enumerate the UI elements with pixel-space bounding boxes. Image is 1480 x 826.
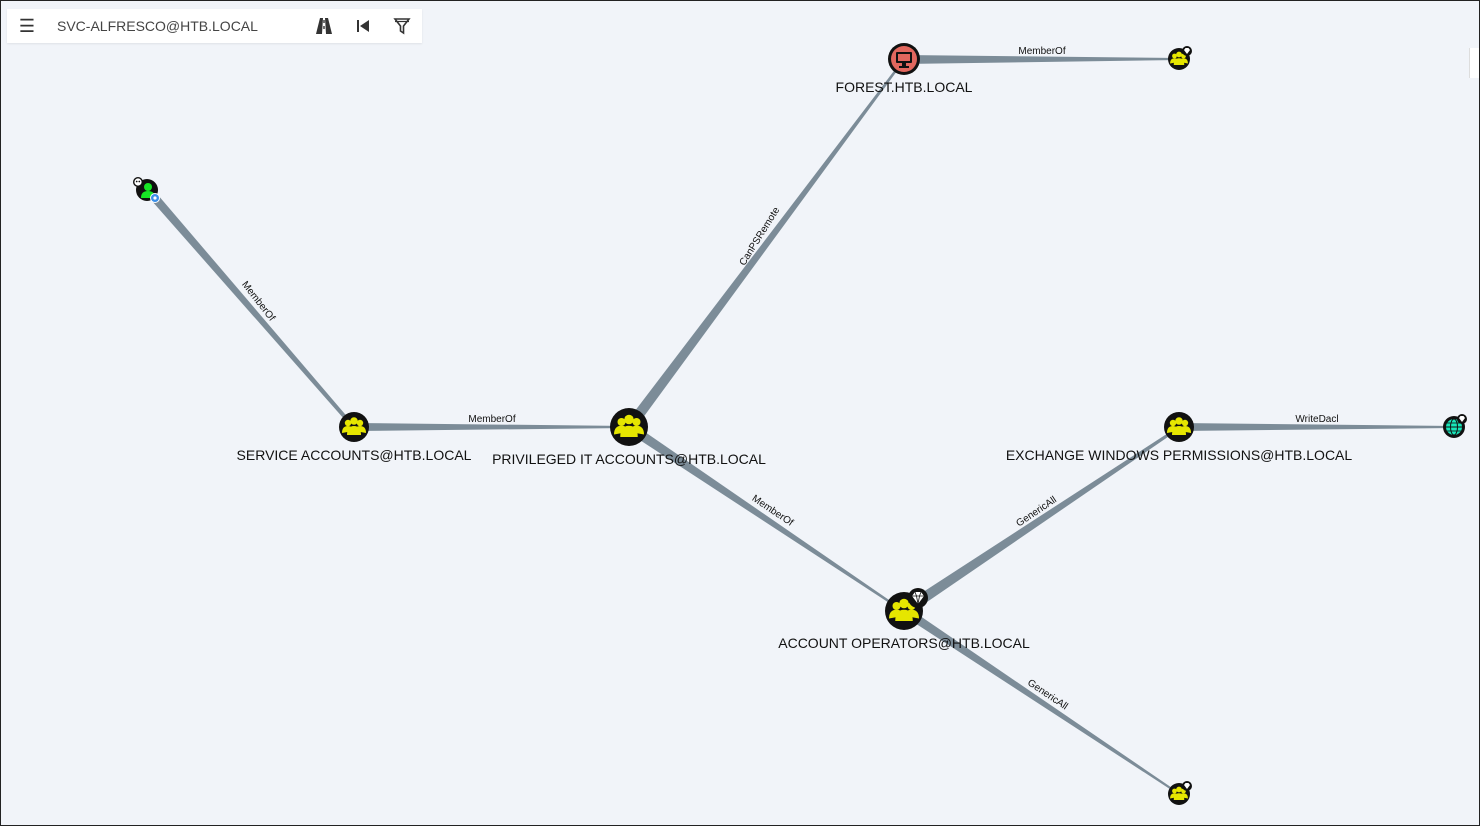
node-bottom-group[interactable] [1168, 781, 1192, 805]
hamburger-menu-icon[interactable]: ☰ [17, 16, 37, 36]
node-domain[interactable] [1443, 414, 1467, 438]
node-forest-computer[interactable] [888, 43, 920, 75]
graph-canvas[interactable]: MemberOf MemberOf CanPSRemote MemberOf M… [0, 0, 1480, 826]
edge-label-forest-memberof: MemberOf [1018, 46, 1065, 57]
edge-label-writedacl: WriteDacl [1295, 414, 1338, 425]
node-exchange-windows-permissions[interactable] [1164, 412, 1194, 442]
side-panel-tab[interactable] [1469, 48, 1480, 78]
edge-canpsremote[interactable] [625, 59, 905, 430]
search-toolbar: ☰ [7, 9, 422, 43]
edge-label-service-memberof: MemberOf [468, 414, 515, 425]
node-label-account-operators: ACCOUNT OPERATORS@HTB.LOCAL [778, 635, 1030, 651]
edge-svc-memberof[interactable] [144, 188, 356, 428]
node-label-exchange-windows-permissions: EXCHANGE WINDOWS PERMISSIONS@HTB.LOCAL [1006, 447, 1353, 463]
road-icon[interactable] [314, 16, 334, 36]
node-forest-group[interactable] [1168, 46, 1192, 70]
high-value-icon [1182, 46, 1192, 56]
node-label-forest: FOREST.HTB.LOCAL [836, 79, 973, 95]
node-svc-user[interactable] [133, 177, 160, 203]
high-value-icon [1182, 781, 1192, 791]
node-label-privileged-it-accounts: PRIVILEGED IT ACCOUNTS@HTB.LOCAL [492, 451, 766, 467]
search-input[interactable] [51, 13, 315, 39]
owned-badge-icon [150, 193, 160, 203]
high-value-icon [1457, 414, 1467, 424]
skull-icon [133, 177, 143, 187]
high-value-icon [908, 588, 928, 608]
skip-back-icon[interactable] [353, 16, 373, 36]
filter-icon[interactable] [392, 16, 412, 36]
edge-labels: MemberOf MemberOf CanPSRemote MemberOf M… [239, 46, 1338, 712]
node-privileged-it-accounts[interactable] [610, 408, 648, 446]
node-label-service-accounts: SERVICE ACCOUNTS@HTB.LOCAL [237, 447, 472, 463]
node-service-accounts[interactable] [339, 412, 369, 442]
